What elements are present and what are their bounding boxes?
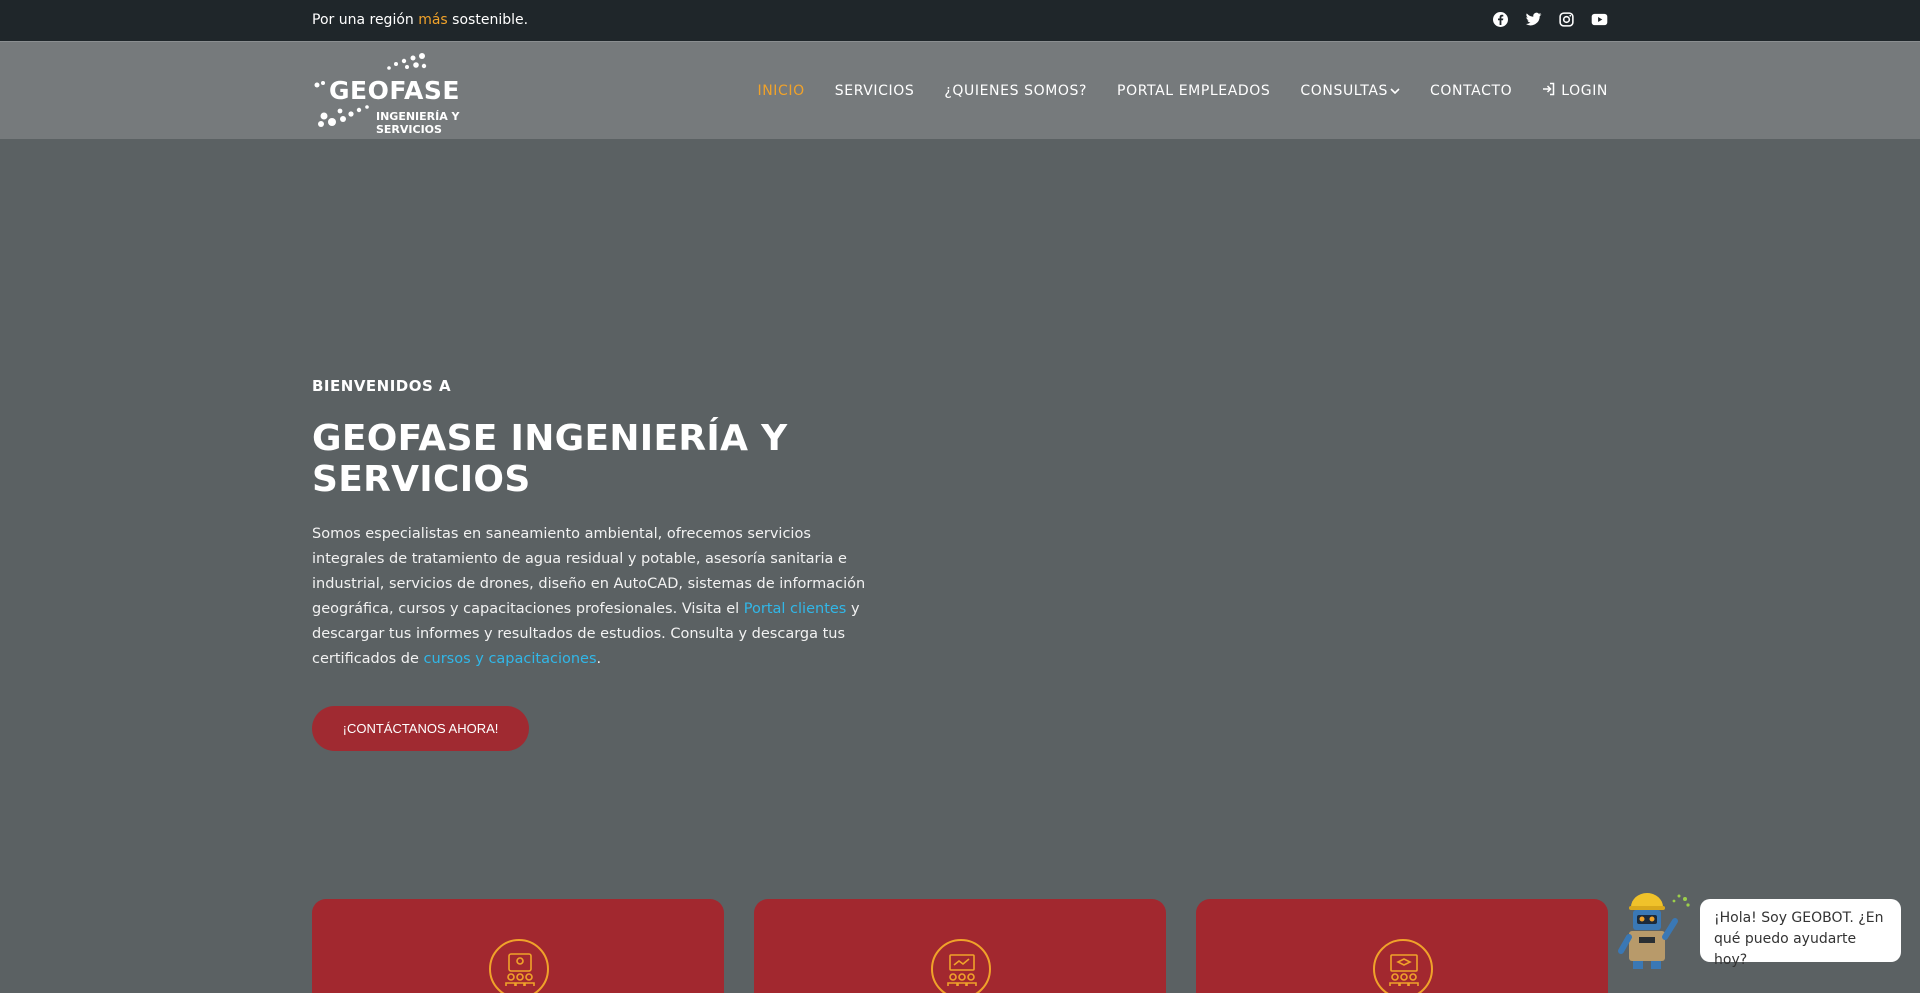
tagline-highlight: más	[418, 12, 448, 28]
chat-bubble[interactable]: ¡Hola! Soy GEOBOT. ¿En qué puedo ayudart…	[1700, 899, 1901, 968]
hero-description: Somos especialistas en saneamiento ambie…	[312, 522, 872, 672]
engineering-icon	[489, 939, 549, 993]
top-bar: Por una región más sostenible.	[0, 0, 1920, 41]
nav-item-portal-empleados[interactable]: PORTAL EMPLEADOS	[1117, 83, 1270, 99]
contact-now-button[interactable]: ¡CONTÁCTANOS AHORA!	[312, 706, 529, 751]
presentation-icon	[931, 939, 991, 993]
geofase-logo[interactable]: GEOFASE INGENIERÍA Y SERVICIOS	[312, 52, 527, 136]
hero-desc-text-3: .	[596, 651, 602, 667]
nav-item-inicio[interactable]: INICIO	[758, 83, 805, 99]
facebook-icon[interactable]	[1492, 11, 1509, 28]
tagline-text: Por una región	[312, 12, 419, 28]
geobot-avatar[interactable]	[1611, 893, 1691, 971]
login-icon	[1542, 82, 1556, 100]
nav-item-login-label: LOGIN	[1561, 83, 1608, 99]
logo-wordmark: GEOFASE	[329, 76, 460, 105]
hero-eyebrow: BIENVENIDOS A	[312, 377, 452, 395]
social-links	[1492, 11, 1608, 28]
twitter-icon[interactable]	[1525, 11, 1542, 28]
service-card[interactable]	[754, 899, 1166, 993]
youtube-icon[interactable]	[1591, 11, 1608, 28]
nav-item-servicios[interactable]: SERVICIOS	[835, 83, 915, 99]
portal-clientes-link[interactable]: Portal clientes	[744, 601, 847, 617]
cursos-link[interactable]: cursos y capacitaciones	[424, 651, 597, 667]
nav-item-consultas[interactable]: CONSULTAS	[1300, 83, 1400, 99]
main-navbar: GEOFASE INGENIERÍA Y SERVICIOS INICIO SE…	[0, 41, 1920, 139]
nav-menu: INICIO SERVICIOS ¿QUIENES SOMOS? PORTAL …	[728, 82, 1609, 100]
hero-title: GEOFASE INGENIERÍA Y SERVICIOS	[312, 418, 788, 500]
logo-subtitle: INGENIERÍA Y SERVICIOS	[376, 110, 460, 136]
nav-item-consultas-label: CONSULTAS	[1300, 83, 1388, 99]
hero-section: BIENVENIDOS A GEOFASE INGENIERÍA Y SERVI…	[312, 377, 1012, 751]
training-icon	[1373, 939, 1433, 993]
nav-item-login[interactable]: LOGIN	[1542, 82, 1608, 100]
service-card[interactable]	[1196, 899, 1608, 993]
nav-item-contacto[interactable]: CONTACTO	[1430, 83, 1512, 99]
instagram-icon[interactable]	[1558, 11, 1575, 28]
tagline: Por una región más sostenible.	[312, 12, 528, 28]
chevron-down-icon	[1390, 85, 1400, 98]
tagline-text-end: sostenible.	[447, 12, 529, 28]
service-card[interactable]	[312, 899, 724, 993]
nav-item-quienes-somos[interactable]: ¿QUIENES SOMOS?	[944, 83, 1087, 99]
